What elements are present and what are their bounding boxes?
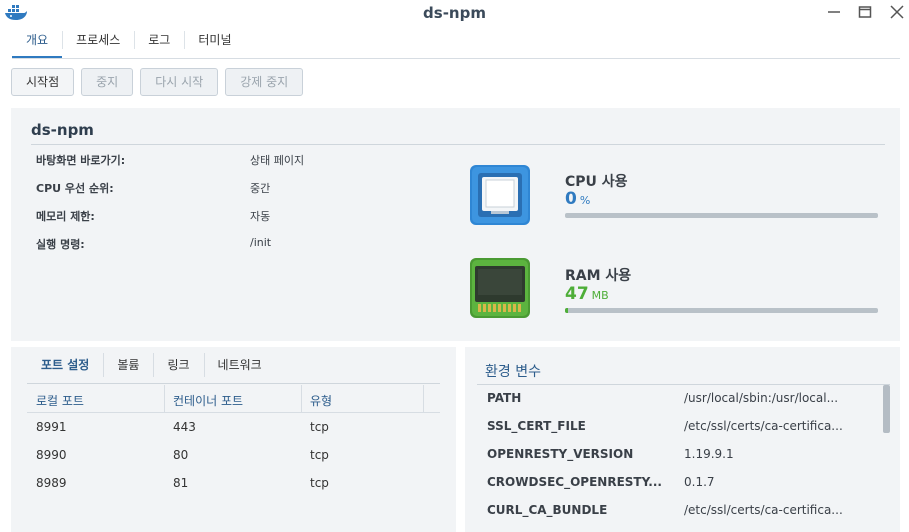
- type-cell: tcp: [310, 476, 329, 490]
- env-value: /usr/local/sbin:/usr/local...: [684, 391, 839, 405]
- start-button[interactable]: 시작점: [11, 68, 75, 96]
- env-key: OPENRESTY_VERSION: [487, 447, 634, 461]
- tab-links[interactable]: 링크: [153, 351, 203, 381]
- env-key: SSL_CERT_FILE: [487, 419, 586, 433]
- ram-usage-unit: MB: [591, 289, 609, 302]
- ram-usage-title: RAM 사용: [565, 268, 632, 284]
- table-row[interactable]: 8990 80 tcp: [27, 441, 440, 469]
- env-row[interactable]: PATH /usr/local/sbin:/usr/local...: [477, 385, 883, 413]
- minimize-icon[interactable]: [825, 3, 843, 21]
- ram-usage-value: 47 MB: [565, 284, 609, 304]
- column-separator: [423, 385, 424, 413]
- type-cell: tcp: [310, 448, 329, 462]
- cpu-icon: [470, 165, 530, 225]
- close-icon[interactable]: [888, 3, 906, 21]
- tab-port-settings[interactable]: 포트 설정: [27, 351, 103, 381]
- env-value: 1.19.9.1: [684, 447, 734, 461]
- local-port-cell: 8990: [36, 448, 67, 462]
- table-row[interactable]: 8991 443 tcp: [27, 413, 440, 441]
- command-value: /init: [250, 236, 272, 249]
- env-key: CROWDSEC_OPENRESTY...: [487, 475, 662, 489]
- tab-processes[interactable]: 프로세스: [62, 28, 134, 58]
- overview-divider: [31, 144, 885, 145]
- command-label: 실행 명령:: [36, 238, 85, 251]
- detail-tabs-divider: [27, 383, 440, 384]
- container-port-cell: 443: [173, 420, 196, 434]
- cpu-usage-number: 0: [565, 189, 577, 209]
- port-settings-panel: 포트 설정 볼륨 링크 네트워크 로컬 포트 컨테이너 포트 유형 8991 4…: [11, 347, 456, 532]
- container-name: ds-npm: [31, 121, 94, 139]
- title-bar: ds-npm: [0, 0, 909, 26]
- cpu-usage-bar: [565, 213, 878, 218]
- tab-volumes[interactable]: 볼륨: [103, 351, 153, 381]
- port-table: 로컬 포트 컨테이너 포트 유형 8991 443 tcp 8990 80 tc…: [27, 385, 440, 497]
- env-scrollbar[interactable]: [883, 385, 890, 433]
- local-port-cell: 8991: [36, 420, 67, 434]
- column-header-container-port[interactable]: 컨테이너 포트: [173, 392, 243, 409]
- cpu-priority-label: CPU 우선 순위:: [36, 182, 114, 195]
- shortcut-value: 상태 페이지: [250, 154, 305, 167]
- detail-tabs: 포트 설정 볼륨 링크 네트워크: [27, 351, 276, 381]
- env-value: 0.1.7: [684, 475, 715, 489]
- env-row[interactable]: CROWDSEC_OPENRESTY... 0.1.7: [477, 469, 883, 497]
- column-header-local-port[interactable]: 로컬 포트: [36, 392, 84, 409]
- action-toolbar: 시작점 중지 다시 시작 강제 중지: [11, 68, 304, 96]
- env-row[interactable]: OPENRESTY_VERSION 1.19.9.1: [477, 441, 883, 469]
- ram-usage-bar-fill: [565, 308, 569, 313]
- cpu-usage-unit: %: [579, 194, 591, 207]
- column-header-type[interactable]: 유형: [310, 392, 332, 409]
- stop-button[interactable]: 중지: [81, 68, 134, 96]
- ram-icon: [470, 258, 530, 318]
- tab-overview[interactable]: 개요: [12, 28, 63, 58]
- environment-variables-panel: 환경 변수 PATH /usr/local/sbin:/usr/local...…: [465, 347, 900, 532]
- container-port-cell: 80: [173, 448, 189, 462]
- container-port-cell: 81: [173, 476, 189, 490]
- env-value: /etc/ssl/certs/ca-certifica...: [684, 419, 843, 433]
- env-title: 환경 변수: [485, 364, 541, 380]
- window-title: ds-npm: [423, 4, 486, 22]
- tab-network[interactable]: 네트워크: [203, 351, 276, 381]
- table-row[interactable]: 8989 81 tcp: [27, 469, 440, 497]
- maximize-icon[interactable]: [856, 3, 874, 21]
- column-separator: [301, 385, 302, 413]
- restart-button[interactable]: 다시 시작: [140, 68, 219, 96]
- memory-limit-label: 메모리 제한:: [36, 210, 95, 223]
- table-header: 로컬 포트 컨테이너 포트 유형: [27, 385, 440, 413]
- column-separator: [164, 385, 165, 413]
- cpu-usage-value: 0%: [565, 189, 590, 209]
- memory-limit-value: 자동: [250, 210, 271, 223]
- tab-divider: [12, 58, 900, 59]
- ram-usage-bar: [565, 308, 878, 313]
- cpu-priority-value: 중간: [250, 182, 271, 195]
- tab-terminal[interactable]: 터미널: [184, 28, 245, 58]
- env-row[interactable]: SSL_CERT_FILE /etc/ssl/certs/ca-certific…: [477, 413, 883, 441]
- ram-usage-number: 47: [565, 284, 589, 304]
- env-value: /etc/ssl/certs/ca-certifica...: [684, 503, 843, 517]
- overview-panel: ds-npm 바탕화면 바로가기: 상태 페이지 CPU 우선 순위: 중간 메…: [11, 108, 900, 341]
- env-key: PATH: [487, 391, 522, 405]
- force-stop-button[interactable]: 강제 중지: [225, 68, 304, 96]
- env-key: CURL_CA_BUNDLE: [487, 503, 608, 517]
- tab-logs[interactable]: 로그: [134, 28, 184, 58]
- local-port-cell: 8989: [36, 476, 67, 490]
- main-tabs: 개요 프로세스 로그 터미널: [12, 28, 245, 58]
- cpu-usage-title: CPU 사용: [565, 174, 628, 190]
- shortcut-label: 바탕화면 바로가기:: [36, 154, 126, 167]
- env-row[interactable]: CURL_CA_BUNDLE /etc/ssl/certs/ca-certifi…: [477, 497, 883, 525]
- type-cell: tcp: [310, 420, 329, 434]
